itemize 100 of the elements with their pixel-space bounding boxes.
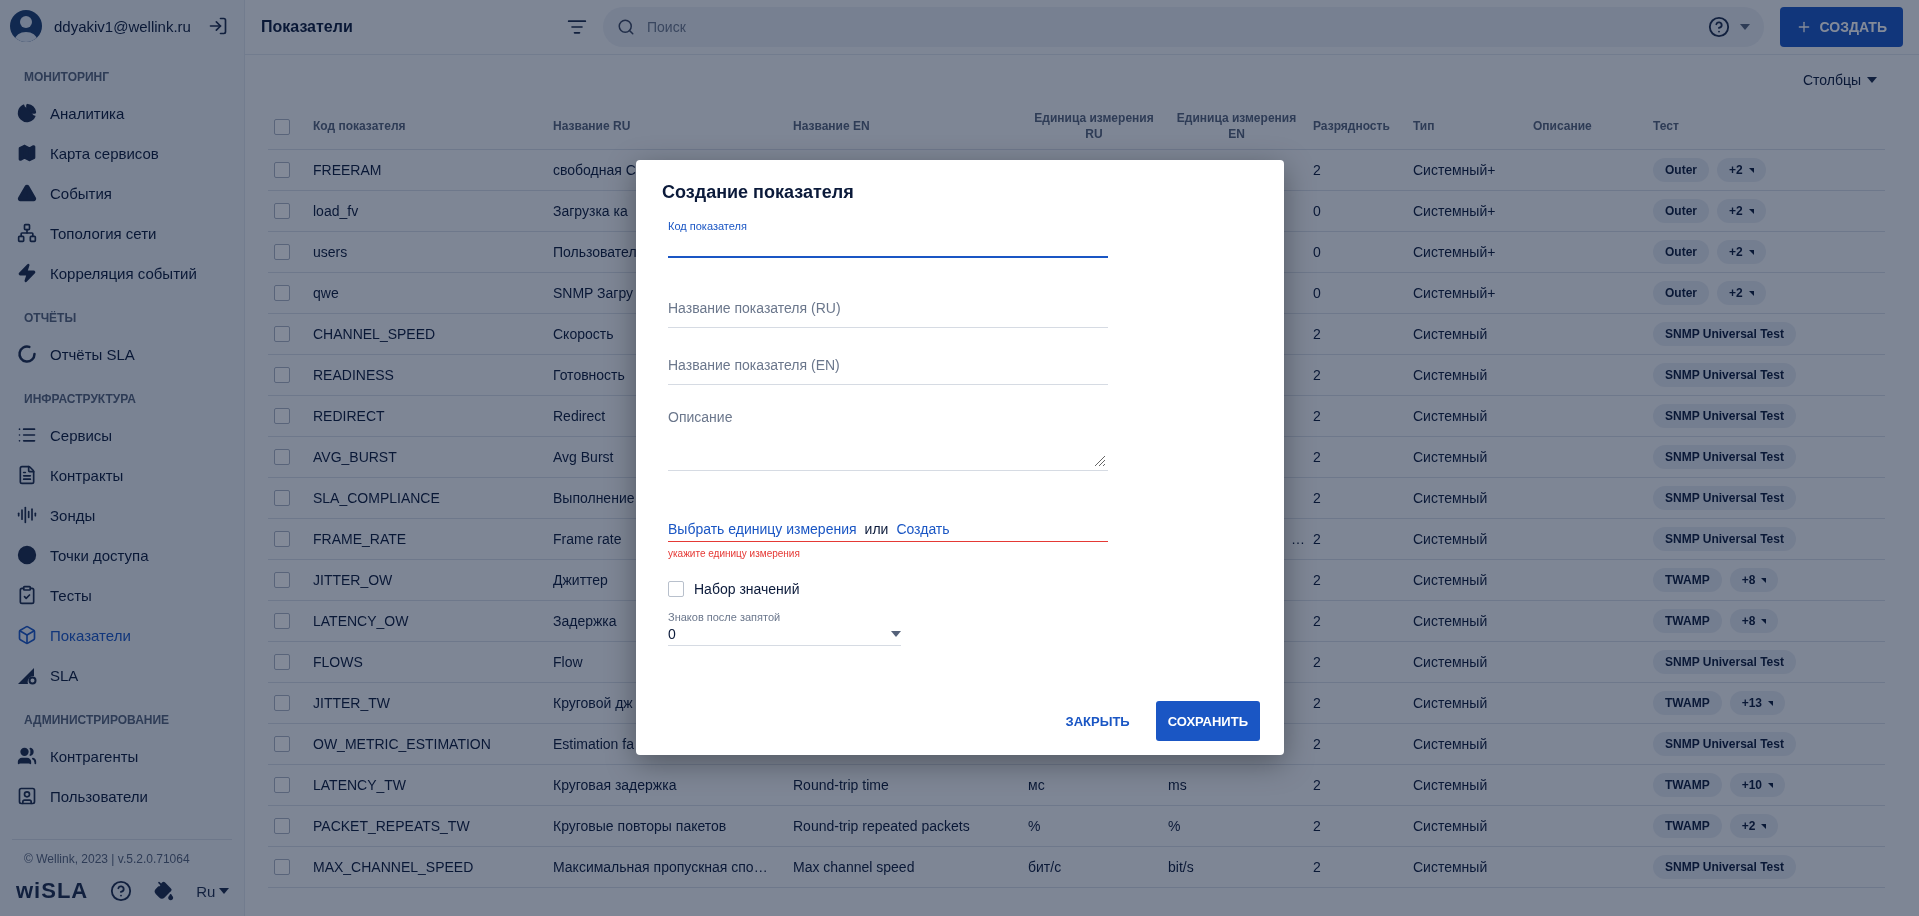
row-checkbox[interactable] <box>274 531 290 547</box>
more-tests-tag[interactable]: +8 <box>1729 609 1779 633</box>
nav-item[interactable]: Корреляция событий <box>0 253 244 293</box>
theme-button[interactable] <box>154 881 175 901</box>
table-cell: % <box>1168 818 1181 834</box>
row-checkbox[interactable] <box>274 613 290 629</box>
or-text: или <box>864 520 889 537</box>
corner-icon <box>1761 823 1767 829</box>
table-cell: Redirect <box>553 408 606 424</box>
corner-icon <box>1768 782 1774 788</box>
nav-item[interactable]: Пользователи <box>0 776 244 816</box>
table-cell: ms <box>1168 777 1187 793</box>
search-field[interactable]: Поиск <box>603 7 1764 47</box>
row-checkbox[interactable] <box>274 162 290 178</box>
table-cell: JITTER_OW <box>313 572 393 588</box>
create-button[interactable]: СОЗДАТЬ <box>1779 7 1903 47</box>
more-tests-tag[interactable]: +2 <box>1717 158 1766 182</box>
nav-item[interactable]: Зонды <box>0 495 244 535</box>
lightning-icon <box>16 262 38 284</box>
search-input[interactable]: Поиск <box>645 18 1698 36</box>
more-tests-tag[interactable]: +8 <box>1729 568 1779 592</box>
table-cell: 2 <box>1313 613 1321 629</box>
table-cell: OW_METRIC_ESTIMATION <box>313 736 491 752</box>
nav-item[interactable]: Топология сети <box>0 213 244 253</box>
select-unit-link[interactable]: Выбрать единицу измерения <box>668 520 857 537</box>
more-tests-tag[interactable]: +2 <box>1717 199 1766 223</box>
test-tag: TWAMP <box>1653 814 1722 838</box>
nav-item[interactable]: SLA <box>0 655 244 695</box>
table-cell: Системный <box>1413 736 1488 752</box>
table-cell: FLOWS <box>313 654 363 670</box>
nav-item[interactable]: Сервисы <box>0 415 244 455</box>
avatar[interactable] <box>10 10 42 42</box>
row-checkbox[interactable] <box>274 408 290 424</box>
more-tests-tag[interactable]: +2 <box>1717 281 1766 305</box>
table-cell: 0 <box>1313 244 1321 260</box>
create-unit-link[interactable]: Создать <box>896 520 950 537</box>
more-tests-tag[interactable]: +2 <box>1729 814 1779 838</box>
table-cell: Системный <box>1413 777 1488 793</box>
nav-item[interactable]: Карта сервисов <box>0 133 244 173</box>
save-button[interactable]: СОХРАНИТЬ <box>1155 701 1260 741</box>
table-cell: Системный+ <box>1413 162 1496 178</box>
table-cell: Пользовател <box>553 244 637 260</box>
row-checkbox[interactable] <box>274 203 290 219</box>
columns-button[interactable]: Столбцы <box>1796 71 1883 89</box>
table-cell: 2 <box>1313 367 1321 383</box>
nav-item[interactable]: Контрагенты <box>0 736 244 776</box>
row-checkbox[interactable] <box>274 654 290 670</box>
nav-item[interactable]: Показатели <box>0 615 244 655</box>
table-cell: Max channel speed <box>793 859 915 875</box>
nav-item[interactable]: Точки доступа <box>0 535 244 575</box>
row-checkbox[interactable] <box>274 367 290 383</box>
row-checkbox[interactable] <box>274 736 290 752</box>
table-cell: мс <box>1028 777 1045 793</box>
more-tests-tag[interactable]: +2 <box>1717 240 1766 264</box>
table-cell: Загрузка ка <box>553 203 628 219</box>
table-cell: 2 <box>1313 408 1321 424</box>
more-tests-tag[interactable]: +10 <box>1729 773 1786 797</box>
caret-icon <box>891 631 901 637</box>
row-checkbox[interactable] <box>274 777 290 793</box>
table-cell: Avg Burst <box>553 449 614 465</box>
row-checkbox[interactable] <box>274 326 290 342</box>
section-title: ИНФРАСТРУКТУРА <box>23 390 137 408</box>
column-header: Описание <box>1532 119 1593 135</box>
section-title: МОНИТОРИНГ <box>23 68 111 86</box>
table-cell: Системный <box>1413 572 1488 588</box>
table-cell: users <box>313 244 348 260</box>
test-tag: SNMP Universal Test <box>1653 404 1796 428</box>
checkbox[interactable] <box>668 581 684 597</box>
row-checkbox[interactable] <box>274 818 290 834</box>
table-cell: Максимальная пропускная спо… <box>553 859 768 875</box>
nav-item[interactable]: Контракты <box>0 455 244 495</box>
filter-button[interactable] <box>567 17 587 37</box>
row-checkbox[interactable] <box>274 490 290 506</box>
user-email: ddyakiv1@wellink.ru <box>54 17 192 35</box>
cube-icon <box>16 624 38 646</box>
row-checkbox[interactable] <box>274 449 290 465</box>
decimals-select[interactable]: Знаков после запятой 0 <box>668 611 901 646</box>
nav-item[interactable]: Тесты <box>0 575 244 615</box>
logout-button[interactable] <box>208 16 228 36</box>
caret-icon <box>219 888 230 894</box>
nav-item[interactable]: События <box>0 173 244 213</box>
row-checkbox[interactable] <box>274 244 290 260</box>
row-checkbox[interactable] <box>274 285 290 301</box>
test-tag: SNMP Universal Test <box>1653 445 1796 469</box>
row-checkbox[interactable] <box>274 859 290 875</box>
row-checkbox[interactable] <box>274 572 290 588</box>
resize-grip-icon <box>1094 455 1106 467</box>
table-cell: LATENCY_TW <box>313 777 407 793</box>
help-button[interactable] <box>110 880 133 902</box>
row-checkbox[interactable] <box>274 695 290 711</box>
table-cell: Round-trip time <box>793 777 889 793</box>
more-tests-tag[interactable]: +13 <box>1729 691 1786 715</box>
nav-item[interactable]: Аналитика <box>0 93 244 133</box>
select-all-checkbox[interactable] <box>274 119 290 135</box>
close-button[interactable]: ЗАКРЫТЬ <box>1055 701 1140 741</box>
pie-chart-icon <box>16 102 38 124</box>
test-tag: Outer <box>1653 158 1709 182</box>
language-select[interactable]: Ru <box>196 882 230 900</box>
nav-item[interactable]: Отчёты SLA <box>0 334 244 374</box>
table-cell: 0 <box>1313 285 1321 301</box>
